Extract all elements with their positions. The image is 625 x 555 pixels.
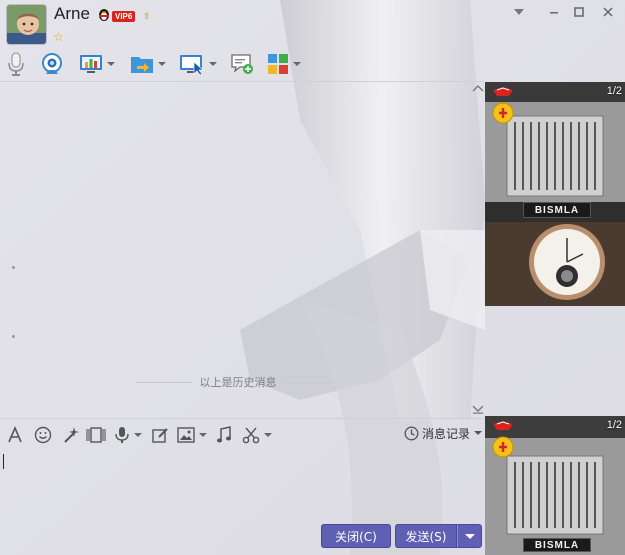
contact-avatar[interactable]	[6, 4, 47, 45]
webcam-icon	[42, 53, 62, 74]
message-history[interactable]	[0, 82, 484, 418]
close-button[interactable]: 关闭(C)	[321, 524, 391, 548]
vip-gift-icon	[492, 421, 514, 458]
emoji-icon	[34, 426, 52, 444]
screen-share-icon	[80, 55, 102, 73]
edit-icon	[152, 428, 168, 443]
screenshot-button[interactable]	[242, 425, 272, 445]
music-button[interactable]	[216, 425, 232, 445]
penguin-icon	[99, 9, 109, 21]
license-plate: BISMLA	[523, 538, 591, 552]
ad-panel-bottom[interactable]: BISMLA 1/2	[485, 416, 625, 555]
message-history-button[interactable]: 消息记录	[404, 424, 483, 442]
video-call-button[interactable]	[40, 50, 64, 78]
voice-icon	[115, 427, 129, 443]
history-divider: 以上是历史消息	[128, 374, 348, 390]
microphone-icon	[8, 52, 24, 76]
file-transfer-button[interactable]	[130, 50, 166, 78]
maximize-icon[interactable]	[569, 2, 589, 22]
license-plate: BISMLA	[523, 202, 591, 218]
message-history-label: 消息记录	[422, 426, 471, 441]
apps-button[interactable]	[267, 50, 301, 78]
font-icon	[8, 426, 22, 443]
ad-counter: 1/2	[606, 85, 622, 97]
magic-button[interactable]	[62, 425, 80, 445]
remote-desktop-button[interactable]	[179, 50, 217, 78]
ad-counter: 1/2	[606, 419, 622, 431]
magic-wand-icon	[64, 427, 79, 443]
edit-button[interactable]	[151, 425, 169, 445]
minimize-icon[interactable]	[544, 2, 564, 22]
music-icon	[217, 426, 231, 443]
clock-icon	[404, 426, 419, 440]
ad-panel-top[interactable]: BISMLA 1/2	[485, 82, 625, 306]
image-button[interactable]	[177, 425, 207, 445]
history-divider-label: 以上是历史消息	[199, 376, 277, 389]
video-clip-button[interactable]	[86, 425, 106, 445]
vip-gift-icon	[492, 87, 514, 124]
chevron-down-icon	[464, 533, 475, 539]
emoji-button[interactable]	[34, 425, 52, 445]
video-clip-icon	[86, 427, 106, 443]
chat-toolbar	[0, 48, 480, 80]
message-dot	[12, 266, 15, 269]
collapse-up-icon[interactable]	[472, 84, 484, 95]
send-button[interactable]: 发送(S)	[395, 524, 457, 548]
apps-icon	[268, 54, 288, 74]
send-options-button[interactable]	[457, 524, 482, 548]
file-transfer-icon	[131, 57, 153, 73]
avatar-photo-icon	[7, 5, 46, 44]
message-input[interactable]	[0, 448, 484, 520]
image-icon	[177, 427, 195, 443]
contact-name[interactable]: Arne	[54, 4, 90, 24]
star-icon[interactable]: ☆	[53, 30, 64, 44]
chevron-down-icon[interactable]	[509, 2, 529, 22]
scissors-icon	[242, 427, 260, 444]
new-chat-icon	[231, 54, 253, 74]
screen-share-button[interactable]	[79, 50, 115, 78]
remote-desktop-icon	[180, 55, 204, 75]
close-icon[interactable]	[598, 2, 618, 22]
voice-call-button[interactable]	[6, 50, 26, 78]
collapse-down-icon[interactable]	[472, 404, 484, 417]
message-dot	[12, 335, 15, 338]
toolbar-divider	[0, 81, 484, 82]
vip-badge[interactable]: VIP6	[112, 11, 136, 22]
font-button[interactable]	[6, 425, 24, 445]
new-chat-button[interactable]	[230, 50, 254, 78]
text-cursor	[3, 454, 4, 469]
voice-message-button[interactable]	[114, 425, 142, 445]
vip-upgrade-icon: ⇧	[143, 12, 151, 22]
